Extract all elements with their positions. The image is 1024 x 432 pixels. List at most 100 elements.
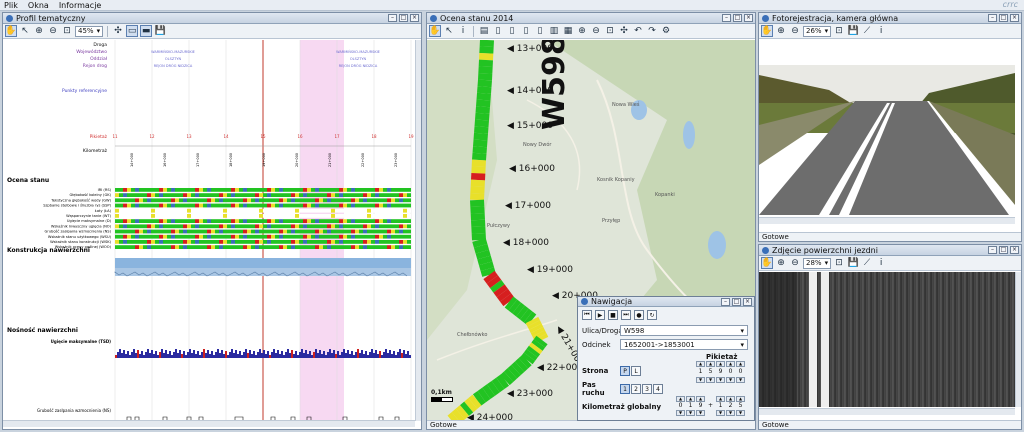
- lane-4-button[interactable]: 4: [653, 384, 663, 394]
- section-select[interactable]: 1652001->1853001 ▾: [620, 339, 748, 350]
- road-segment[interactable]: [491, 377, 505, 393]
- road-segment[interactable]: [516, 305, 529, 320]
- photo-horizontal-scrollbar[interactable]: [759, 217, 1015, 224]
- road-segment[interactable]: [477, 387, 491, 403]
- close-button[interactable]: ×: [410, 14, 419, 22]
- fit-icon[interactable]: ⊡: [833, 257, 845, 269]
- road-segment[interactable]: [493, 284, 508, 298]
- road-segment[interactable]: [472, 238, 488, 248]
- layout-icon[interactable]: ▭: [126, 25, 139, 37]
- zoom-out-icon[interactable]: ⊖: [789, 257, 801, 269]
- profile-vertical-scrollbar[interactable]: [415, 40, 421, 421]
- road-segment[interactable]: [476, 92, 491, 101]
- road-segment[interactable]: [472, 390, 486, 406]
- zoom-in-icon[interactable]: ⊕: [775, 257, 787, 269]
- road-segment[interactable]: [520, 308, 533, 323]
- decrement-icon[interactable]: ▼: [716, 410, 725, 416]
- road-segment[interactable]: [474, 119, 489, 128]
- road-segment[interactable]: [527, 320, 542, 330]
- layers-icon[interactable]: ▥: [548, 25, 560, 37]
- road-segment[interactable]: [480, 267, 496, 277]
- road-segment[interactable]: [477, 79, 492, 88]
- zoom-select[interactable]: 28% ▾: [803, 257, 832, 269]
- measure-icon[interactable]: ⟋: [861, 25, 873, 37]
- road-segment[interactable]: [490, 279, 505, 293]
- minimize-button[interactable]: –: [721, 298, 730, 306]
- road-segment[interactable]: [504, 296, 518, 311]
- road-segment[interactable]: [533, 335, 548, 348]
- decrement-icon[interactable]: ▼: [726, 410, 735, 416]
- decrement-icon[interactable]: ▼: [696, 410, 705, 416]
- layout-alt-icon[interactable]: ▬: [140, 25, 153, 37]
- road-segment[interactable]: [523, 311, 537, 326]
- road-segment[interactable]: [473, 139, 488, 148]
- zoom-window-icon[interactable]: ⊡: [61, 25, 73, 37]
- side-l-button[interactable]: L: [631, 366, 641, 376]
- road-segment[interactable]: [525, 316, 540, 327]
- save-icon[interactable]: 💾: [154, 25, 166, 37]
- road-segment[interactable]: [496, 288, 512, 302]
- undo-icon[interactable]: ↶: [632, 25, 644, 37]
- road-segment[interactable]: [528, 342, 543, 355]
- road-segment[interactable]: [478, 261, 495, 272]
- road-segment[interactable]: [477, 86, 492, 94]
- road-segment[interactable]: [511, 361, 525, 376]
- stop-icon[interactable]: ■: [608, 310, 618, 320]
- document-plus-icon[interactable]: ▯: [506, 25, 518, 37]
- road-segment[interactable]: [476, 99, 491, 108]
- side-p-button[interactable]: P: [620, 366, 630, 376]
- profile-horizontal-scrollbar[interactable]: [3, 420, 415, 427]
- road-segment[interactable]: [486, 380, 500, 396]
- road-segment[interactable]: [473, 132, 488, 141]
- hand-tool-icon[interactable]: ✋: [429, 25, 441, 37]
- maximize-button[interactable]: □: [733, 14, 742, 22]
- fit-icon[interactable]: ⊡: [833, 25, 845, 37]
- menu-okna[interactable]: Okna: [28, 1, 49, 10]
- print-icon[interactable]: ▦: [562, 25, 574, 37]
- close-button[interactable]: ×: [743, 298, 752, 306]
- info-icon[interactable]: i: [457, 25, 469, 37]
- pointer-tool-icon[interactable]: ↖: [19, 25, 31, 37]
- profile-titlebar[interactable]: Profil tematyczny – □ ×: [3, 13, 421, 24]
- decrement-icon[interactable]: ▼: [696, 377, 705, 383]
- fit-icon[interactable]: ✣: [618, 25, 630, 37]
- minimize-button[interactable]: –: [722, 14, 731, 22]
- skip-forward-icon[interactable]: ⏭: [621, 310, 631, 320]
- document-list-icon[interactable]: ▯: [534, 25, 546, 37]
- road-segment[interactable]: [530, 326, 545, 337]
- surface-titlebar[interactable]: Zdjęcie powierzchni jezdni – □ ×: [759, 245, 1021, 256]
- road-segment[interactable]: [472, 146, 487, 154]
- increment-icon[interactable]: ▲: [736, 361, 745, 367]
- zoom-select[interactable]: 45% ▾: [75, 25, 104, 37]
- skip-back-icon[interactable]: ⏮: [582, 310, 592, 320]
- increment-icon[interactable]: ▲: [696, 361, 705, 367]
- road-segment[interactable]: [475, 249, 491, 260]
- road-segment[interactable]: [455, 405, 470, 420]
- road-segment[interactable]: [464, 398, 478, 413]
- road-segment[interactable]: [521, 352, 536, 365]
- road-select[interactable]: W598 ▾: [620, 325, 748, 336]
- settings-icon[interactable]: ⚙: [660, 25, 672, 37]
- redo-icon[interactable]: ↷: [646, 25, 658, 37]
- decrement-icon[interactable]: ▼: [736, 377, 745, 383]
- decrement-icon[interactable]: ▼: [676, 410, 685, 416]
- minimize-button[interactable]: –: [988, 14, 997, 22]
- maximize-button[interactable]: □: [399, 14, 408, 22]
- road-segment[interactable]: [507, 364, 521, 379]
- navigation-titlebar[interactable]: Nawigacja – □ ×: [578, 297, 754, 307]
- road-segment[interactable]: [531, 339, 546, 351]
- zoom-in-icon[interactable]: ⊕: [775, 25, 787, 37]
- surface-vertical-scrollbar[interactable]: [1015, 272, 1021, 407]
- zoom-window-icon[interactable]: ⊡: [604, 25, 616, 37]
- hand-tool-icon[interactable]: ✋: [761, 25, 773, 37]
- road-segment[interactable]: [482, 384, 496, 400]
- maximize-button[interactable]: □: [999, 14, 1008, 22]
- road-segment[interactable]: [451, 408, 465, 421]
- increment-icon[interactable]: ▲: [726, 361, 735, 367]
- road-segment[interactable]: [518, 354, 532, 369]
- lane-2-button[interactable]: 2: [631, 384, 641, 394]
- road-segment[interactable]: [514, 358, 529, 372]
- decrement-icon[interactable]: ▼: [716, 377, 725, 383]
- increment-icon[interactable]: ▲: [706, 361, 715, 367]
- menu-informacje[interactable]: Informacje: [59, 1, 102, 10]
